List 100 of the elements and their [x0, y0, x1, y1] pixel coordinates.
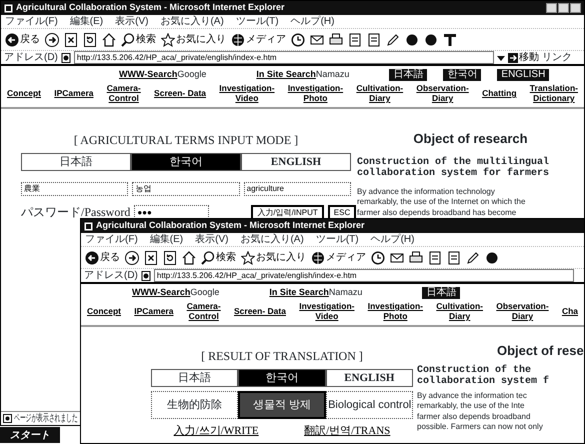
toolbar-button[interactable]: [45, 32, 59, 46]
toolbar-button[interactable]: [371, 250, 385, 264]
toolbar-button[interactable]: [447, 250, 461, 264]
nav-link[interactable]: Observation- Diary: [496, 301, 549, 321]
toolbar-button[interactable]: [466, 250, 480, 264]
toolbar-button[interactable]: [182, 250, 196, 264]
nav-link[interactable]: Camera- Control: [106, 83, 141, 103]
toolbar-button[interactable]: [310, 32, 324, 46]
search-link[interactable]: In Site Search: [256, 68, 316, 82]
toolbar-button[interactable]: [424, 32, 438, 46]
toolbar-button[interactable]: [125, 250, 139, 264]
toolbar-button[interactable]: [64, 32, 78, 46]
submit-button[interactable]: ESC: [328, 204, 356, 220]
toolbar-button[interactable]: 戻る: [5, 32, 40, 47]
toolbar-button[interactable]: [291, 32, 305, 46]
search-link[interactable]: WWW-Search: [119, 68, 178, 82]
toolbar-button[interactable]: [367, 32, 381, 46]
refresh-icon: [163, 250, 177, 264]
toolbar-button[interactable]: [390, 250, 404, 264]
links-label[interactable]: リンク: [542, 50, 572, 65]
menu-item[interactable]: 編集(E): [150, 232, 184, 247]
toolbar-button[interactable]: [386, 32, 400, 46]
nav-link[interactable]: Cha: [562, 306, 578, 316]
toolbar-button[interactable]: [329, 32, 343, 46]
nav-link[interactable]: IPCamera: [134, 306, 174, 316]
language-tab[interactable]: 한국어: [238, 369, 326, 387]
nav-link[interactable]: Investigation- Video: [299, 301, 354, 321]
nav-link[interactable]: Concept: [87, 306, 121, 316]
toolbar-button[interactable]: [102, 32, 116, 46]
action-link[interactable]: 翻訳/번역/TRANS: [304, 423, 390, 440]
nav-link[interactable]: Screen- Data: [234, 306, 286, 316]
term-field[interactable]: 農業: [21, 182, 128, 196]
document-x-icon: [144, 250, 158, 264]
nav-link[interactable]: Chatting: [482, 88, 517, 98]
toolbar-button[interactable]: [405, 32, 419, 46]
menu-item[interactable]: 表示(V): [195, 232, 228, 247]
menu-item[interactable]: ヘルプ(H): [290, 14, 334, 29]
language-tab[interactable]: ENGLISH: [326, 369, 413, 387]
menu-item[interactable]: ファイル(F): [5, 14, 58, 29]
minimize-button[interactable]: [546, 3, 557, 13]
nav-link[interactable]: Investigation- Video: [219, 83, 275, 103]
language-button[interactable]: 日本語: [389, 68, 428, 80]
menu-item[interactable]: お気に入り(A): [240, 232, 304, 247]
menu-item[interactable]: ファイル(F): [85, 232, 138, 247]
toolbar-button[interactable]: 戻る: [85, 250, 120, 265]
toolbar-button[interactable]: 検索: [201, 250, 236, 265]
language-tab[interactable]: 한국어: [131, 153, 241, 171]
language-button[interactable]: ENGLISH: [497, 68, 550, 80]
toolbar-button[interactable]: お気に入り: [161, 32, 226, 47]
toolbar-button[interactable]: メディア: [311, 250, 366, 265]
search-engine-label: Google: [190, 286, 220, 299]
toolbar-button[interactable]: [428, 250, 442, 264]
language-tab[interactable]: 日本語: [151, 369, 238, 387]
nav-link[interactable]: Observation- Diary: [416, 83, 469, 103]
menu-item[interactable]: ヘルプ(H): [370, 232, 414, 247]
term-field[interactable]: agriculture: [244, 182, 351, 196]
search-link[interactable]: In Site Search: [269, 286, 329, 300]
menu-item[interactable]: お気に入り(A): [160, 14, 224, 29]
section-heading: [ RESULT OF TRANSLATION ]: [200, 348, 364, 365]
toolbar-button[interactable]: [83, 32, 97, 46]
refresh-icon: [83, 32, 97, 46]
toolbar-button[interactable]: [144, 250, 158, 264]
submit-button[interactable]: 入力/입력/INPUT: [251, 204, 324, 220]
house-icon: [102, 32, 116, 46]
nav-link[interactable]: Camera- Control: [186, 301, 221, 321]
action-link[interactable]: 入力/쓰기/WRITE: [174, 423, 259, 440]
maximize-button[interactable]: [558, 3, 569, 13]
toolbar-button[interactable]: [348, 32, 362, 46]
nav-link[interactable]: Concept: [7, 88, 41, 98]
search-link[interactable]: WWW-Search: [132, 286, 190, 300]
toolbar-button[interactable]: お気に入り: [241, 250, 306, 265]
term-field[interactable]: 농업: [132, 182, 240, 196]
nav-link[interactable]: Cultivation- Diary: [436, 301, 483, 321]
toolbar-button[interactable]: [485, 250, 499, 264]
go-button[interactable]: 移動: [508, 50, 539, 65]
toolbar-button[interactable]: メディア: [231, 32, 286, 47]
toolbar-button[interactable]: [163, 250, 177, 264]
nav-link[interactable]: Investigation- Photo: [288, 83, 344, 103]
close-button[interactable]: [570, 3, 581, 13]
nav-link[interactable]: Screen- Data: [154, 88, 206, 98]
nav-link[interactable]: Investigation- Photo: [368, 301, 423, 321]
address-field[interactable]: http://133.5.206.42/HP_aca/_private/english/index-e.htm: [74, 51, 494, 64]
toolbar-button[interactable]: [409, 250, 423, 264]
menu-item[interactable]: ツール(T): [316, 232, 359, 247]
address-field[interactable]: http://133.5.206.42/HP_aca/_private/english/index-e.htm: [154, 269, 574, 282]
menu-item[interactable]: 表示(V): [115, 14, 148, 29]
language-tab[interactable]: ENGLISH: [241, 153, 351, 171]
language-button[interactable]: 한국어: [443, 68, 482, 80]
nav-link[interactable]: IPCamera: [54, 88, 94, 98]
toolbar-button[interactable]: [443, 32, 457, 46]
menu-item[interactable]: ツール(T): [236, 14, 279, 29]
menu-item[interactable]: 編集(E): [70, 14, 104, 29]
language-button[interactable]: 日本語: [422, 286, 460, 298]
start-button[interactable]: スタート: [0, 427, 60, 443]
password-field[interactable]: ●●●: [134, 205, 210, 219]
status-text: ページが表示されました: [14, 412, 78, 425]
nav-link[interactable]: Cultivation- Diary: [356, 83, 404, 103]
language-tab[interactable]: 日本語: [21, 153, 131, 171]
nav-link[interactable]: Translation- Dictionary: [530, 83, 578, 103]
toolbar-button[interactable]: 検索: [121, 32, 156, 47]
